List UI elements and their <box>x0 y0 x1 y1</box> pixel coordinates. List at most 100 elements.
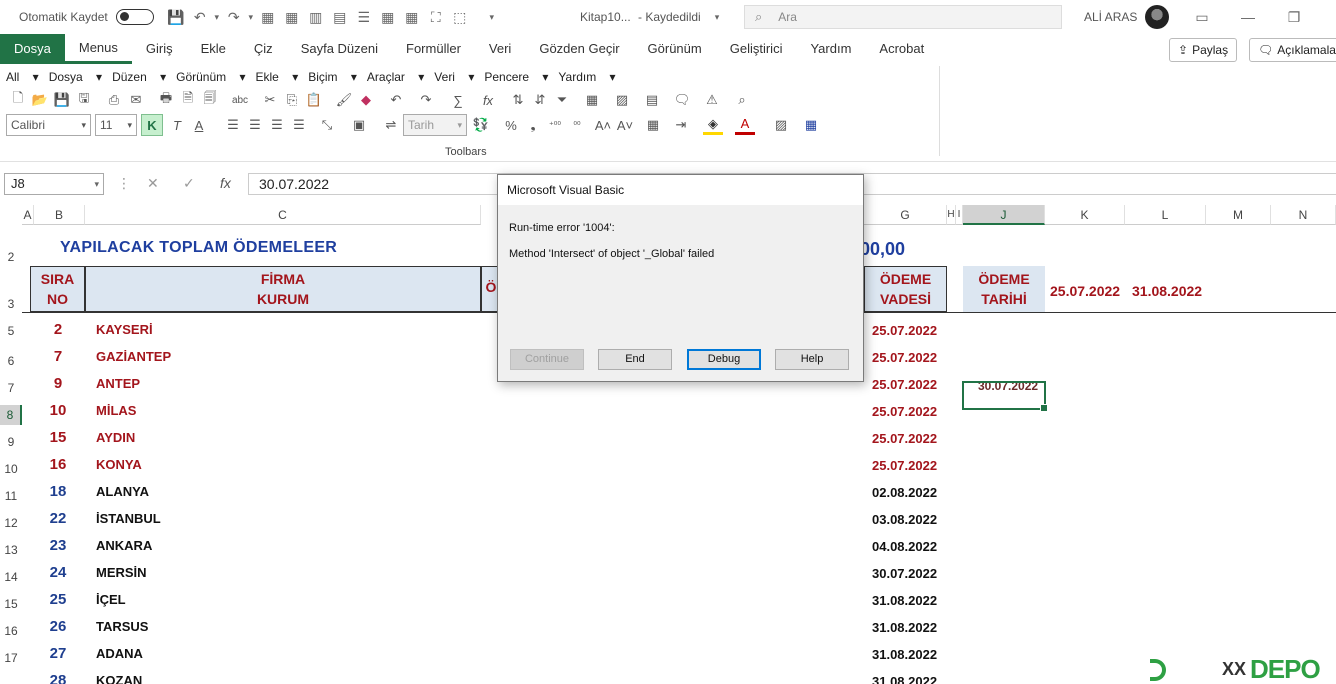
menu-pencere[interactable]: Pencere ▾ <box>484 70 548 84</box>
undo-dropdown-icon[interactable]: ▾ <box>212 5 222 29</box>
tab-ciz[interactable]: Çiz <box>240 34 287 64</box>
row-header-17[interactable]: 17 <box>0 651 22 665</box>
cell-firma[interactable]: MERSİN <box>96 565 147 580</box>
cell-sira-no[interactable]: 10 <box>32 402 84 419</box>
copy-icon[interactable]: ⎘ <box>282 90 302 110</box>
format-painter-icon[interactable]: 🖌 <box>334 90 354 110</box>
cell-odeme-vadesi[interactable]: 25.07.2022 <box>872 350 937 365</box>
cell-sira-no[interactable]: 15 <box>32 429 84 446</box>
column-header-l[interactable]: L <box>1125 205 1206 225</box>
spellcheck-icon[interactable]: abc <box>230 90 250 110</box>
save-as-icon[interactable]: 🖫 <box>74 90 94 110</box>
cell-odeme-vadesi[interactable]: 31.08.2022 <box>872 620 937 635</box>
cell-firma[interactable]: TARSUS <box>96 619 148 634</box>
row-header-3[interactable]: 3 <box>0 297 22 311</box>
continue-button[interactable]: Continue <box>510 349 584 370</box>
sort-descending-icon[interactable]: ⇵ <box>530 90 550 110</box>
cell-l3[interactable]: 31.08.2022 <box>1132 283 1202 299</box>
sort-ascending-icon[interactable]: ⇅ <box>508 90 528 110</box>
warning-icon[interactable]: ⚠ <box>702 90 722 110</box>
cancel-icon[interactable]: ✕ <box>147 175 159 192</box>
redo-dropdown-icon[interactable]: ▾ <box>246 5 256 29</box>
open-folder-icon[interactable]: 📂 <box>30 90 50 110</box>
cell-firma[interactable]: AYDIN <box>96 430 135 445</box>
font-color-icon[interactable]: A <box>735 115 755 135</box>
column-header-b[interactable]: B <box>34 205 85 225</box>
grid-icon[interactable]: ▦ <box>400 5 424 29</box>
cell-odeme-vadesi[interactable]: 31.08.2022 <box>872 593 937 608</box>
help-button[interactable]: Help <box>775 349 849 370</box>
cell-sira-no[interactable]: 9 <box>32 375 84 392</box>
tab-acrobat[interactable]: Acrobat <box>865 34 938 64</box>
paste-icon[interactable]: 📋 <box>304 90 324 110</box>
number-format-combo[interactable]: Tarih ▾ <box>403 114 467 136</box>
menu-ekle[interactable]: Ekle ▾ <box>256 70 299 84</box>
cell-sira-no[interactable]: 25 <box>32 591 84 608</box>
merge-icon[interactable]: ▦ <box>376 5 400 29</box>
cell-odeme-vadesi[interactable]: 02.08.2022 <box>872 485 937 500</box>
cell-sira-no[interactable]: 18 <box>32 483 84 500</box>
name-box[interactable]: J8 ▾ <box>4 173 104 195</box>
cell-sira-no[interactable]: 16 <box>32 456 84 473</box>
cell-firma[interactable]: KAYSERİ <box>96 322 153 337</box>
justify-icon[interactable]: ☰ <box>289 115 309 135</box>
cell-odeme-vadesi[interactable]: 03.08.2022 <box>872 512 937 527</box>
column-header-c[interactable]: C <box>85 205 481 225</box>
debug-button[interactable]: Debug <box>687 349 761 370</box>
decrease-font-icon[interactable]: A˅ <box>615 115 635 135</box>
minimize-icon[interactable]: — <box>1236 5 1260 29</box>
chart-icon[interactable]: ▨ <box>612 90 632 110</box>
cell-firma[interactable]: ADANA <box>96 646 143 661</box>
end-button[interactable]: End <box>598 349 672 370</box>
italic-button[interactable]: T <box>167 115 187 135</box>
cell-sira-no[interactable]: 23 <box>32 537 84 554</box>
cell-odeme-vadesi[interactable]: 30.07.2022 <box>872 566 937 581</box>
page-setup-icon[interactable]: 🗎 <box>178 90 198 110</box>
column-header-a[interactable]: A <box>22 205 34 225</box>
save-icon[interactable]: 💾 <box>164 5 188 29</box>
selected-cell-j8[interactable] <box>962 381 1048 412</box>
tab-gorunum[interactable]: Görünüm <box>634 34 716 64</box>
cell-firma[interactable]: KONYA <box>96 457 142 472</box>
align-left-icon[interactable]: ☰ <box>223 115 243 135</box>
table-icon[interactable]: ▦ <box>280 5 304 29</box>
row-header-11[interactable]: 11 <box>0 489 22 503</box>
tab-ekle[interactable]: Ekle <box>187 34 240 64</box>
undo-icon[interactable]: ↶ <box>188 5 212 29</box>
cell-odeme-vadesi[interactable]: 31.08.2022 <box>872 674 937 684</box>
row-header-13[interactable]: 13 <box>0 543 22 557</box>
column-header-i[interactable]: I <box>956 205 963 225</box>
indent-icon[interactable]: ⇥ <box>671 115 691 135</box>
menu-veri[interactable]: Veri ▾ <box>434 70 474 84</box>
conditional-format-icon[interactable]: ▨ <box>771 115 791 135</box>
cell-firma[interactable]: İÇEL <box>96 592 126 607</box>
font-name-combo[interactable]: Calibri ▾ <box>6 114 91 136</box>
cut-icon[interactable]: ✂ <box>260 90 280 110</box>
cell-firma[interactable]: ANTEP <box>96 376 140 391</box>
restore-icon[interactable]: ❐ <box>1282 5 1306 29</box>
row-header-5[interactable]: 5 <box>0 324 22 338</box>
row-header-7[interactable]: 7 <box>0 381 22 395</box>
orientation-icon[interactable]: ⤡ <box>317 115 337 135</box>
header-odeme-tarihi[interactable]: ÖDEME TARİHİ <box>963 266 1045 312</box>
redo-icon[interactable]: ↷ <box>222 5 246 29</box>
currency-icon[interactable]: 💱 <box>471 115 491 135</box>
cell-sira-no[interactable]: 26 <box>32 618 84 635</box>
tab-veri[interactable]: Veri <box>475 34 525 64</box>
email-icon[interactable]: ✉ <box>126 90 146 110</box>
customize-qat-icon[interactable]: ▾ <box>480 5 504 29</box>
column-header-h[interactable]: H <box>947 205 956 225</box>
row-header-9[interactable]: 9 <box>0 435 22 449</box>
crop-icon[interactable]: ⛶ <box>424 5 448 29</box>
merge-cells-icon[interactable]: ▣ <box>349 115 369 135</box>
borders-icon[interactable]: ▦ <box>256 5 280 29</box>
decrease-decimal-icon[interactable]: ⁰⁰ <box>567 115 587 135</box>
header-sira-no[interactable]: SIRA NO <box>30 266 85 312</box>
zoom-icon[interactable]: ⌕ <box>732 90 752 110</box>
tab-menus[interactable]: Menus <box>64 34 132 64</box>
menu-all[interactable]: All ▾ <box>6 70 39 84</box>
freeze-panes-icon[interactable]: ▤ <box>642 90 662 110</box>
menu-dosya[interactable]: Dosya ▾ <box>49 70 102 84</box>
cell-odeme-vadesi[interactable]: 25.07.2022 <box>872 323 937 338</box>
comma-icon[interactable]: ❟ <box>523 115 543 135</box>
